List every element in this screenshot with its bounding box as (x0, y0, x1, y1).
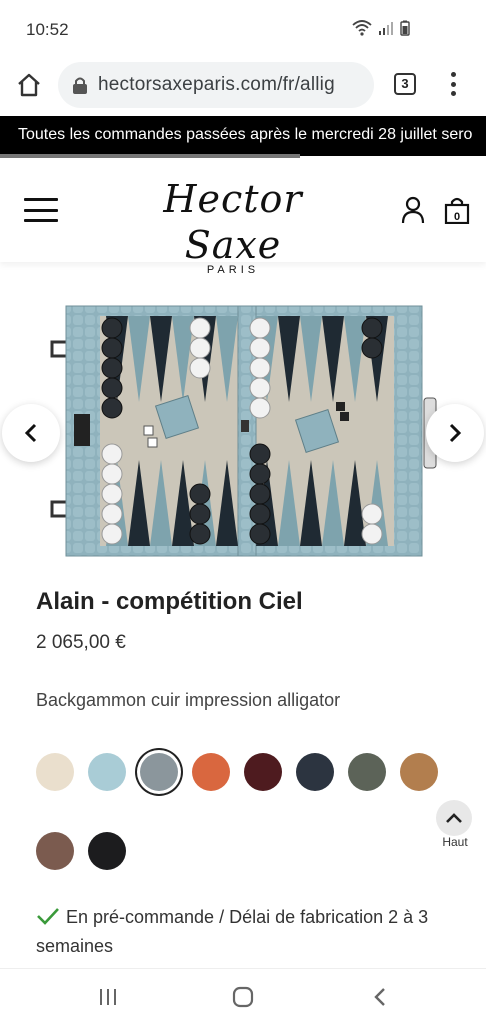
logo-wordmark: Hector Saxe (163, 177, 303, 267)
chevron-up-icon (446, 813, 462, 823)
android-nav-bar (0, 968, 486, 1024)
check-icon (37, 908, 59, 925)
scroll-top-label: Haut (442, 835, 468, 849)
gallery-next-button[interactable] (426, 404, 484, 462)
lock-icon (73, 77, 87, 94)
color-swatch[interactable] (88, 832, 126, 870)
color-swatch[interactable] (244, 753, 282, 791)
scroll-top-button[interactable] (436, 800, 472, 836)
status-bar: 10:52 (0, 0, 486, 58)
browser-menu-button[interactable] (446, 70, 460, 98)
logo-subtitle: PARIS (206, 264, 260, 276)
browser-toolbar: hectorsaxeparis.com/fr/allig 3 (0, 58, 486, 116)
menu-dot-icon (450, 91, 456, 96)
promo-text: Toutes les commandes passées après le me… (18, 126, 473, 143)
home-nav-button[interactable] (231, 985, 255, 1009)
wifi-icon (352, 20, 372, 36)
color-swatch[interactable] (140, 753, 178, 791)
product-image (50, 305, 437, 557)
availability-status: En pré-commande / Délai de fabrication 2… (36, 903, 456, 961)
svg-text:0: 0 (454, 211, 460, 223)
status-time: 10:52 (26, 20, 69, 39)
signal-icon (379, 22, 393, 35)
account-button[interactable] (400, 196, 426, 224)
product-description: Backgammon cuir impression alligator (36, 690, 341, 710)
color-swatch[interactable] (400, 753, 438, 791)
shopping-bag-icon: 0 (444, 197, 470, 225)
site-logo[interactable]: Hector Saxe PARIS (118, 176, 348, 276)
recent-apps-icon (100, 989, 116, 1005)
color-swatch[interactable] (192, 753, 230, 791)
home-button[interactable] (14, 70, 44, 100)
battery-icon (400, 20, 410, 36)
cart-button[interactable]: 0 (444, 196, 470, 225)
home-circle-icon (232, 986, 254, 1008)
hamburger-line-icon (24, 208, 58, 212)
color-swatch[interactable] (348, 753, 386, 791)
home-icon (18, 73, 40, 97)
product-price: 2 065,00 € (36, 632, 126, 653)
gallery-prev-button[interactable] (2, 404, 60, 462)
address-bar[interactable]: hectorsaxeparis.com/fr/allig (58, 62, 374, 108)
product-title: Alain - compétition Ciel (36, 588, 303, 615)
back-chevron-icon (374, 988, 385, 1006)
recent-apps-button[interactable] (96, 985, 120, 1009)
availability-text: En pré-commande / Délai de fabrication 2… (36, 907, 429, 956)
back-nav-button[interactable] (368, 985, 392, 1009)
user-icon (401, 196, 425, 224)
site-header: Hector Saxe PARIS 0 (0, 158, 486, 276)
hamburger-line-icon (24, 198, 58, 201)
chevron-right-icon (449, 423, 462, 443)
color-swatch[interactable] (296, 753, 334, 791)
product-gallery (0, 280, 486, 575)
menu-dot-icon (450, 72, 456, 77)
tab-switcher-button[interactable]: 3 (394, 73, 416, 95)
url-text: hectorsaxeparis.com/fr/allig (98, 74, 335, 95)
menu-dot-icon (450, 81, 456, 87)
chevron-left-icon (24, 423, 37, 443)
promo-banner: Toutes les commandes passées après le me… (0, 116, 486, 156)
status-icons (352, 20, 410, 36)
color-swatch[interactable] (36, 753, 74, 791)
hamburger-line-icon (24, 219, 58, 222)
color-swatch[interactable] (36, 832, 74, 870)
menu-button[interactable] (24, 198, 58, 222)
color-swatch[interactable] (88, 753, 126, 791)
